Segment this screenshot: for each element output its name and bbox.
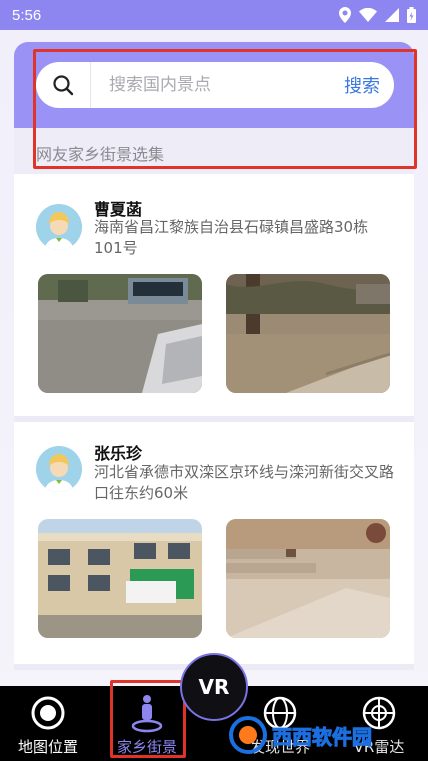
avatar — [36, 446, 82, 492]
vr-button[interactable]: VR — [180, 653, 248, 721]
user-address: 海南省昌江黎族自治县石碌镇昌盛路30栋101号 — [94, 218, 369, 257]
target-icon — [30, 694, 66, 732]
watermark: 西西软件园 — [228, 712, 428, 758]
street-photo[interactable] — [226, 274, 390, 393]
nav-item-map-location[interactable]: 地图位置 — [5, 686, 91, 761]
post-card[interactable]: 张乐珍 河北省承德市双滦区京环线与滦河新街交叉路口往东约60米 — [14, 422, 414, 664]
avatar — [36, 204, 82, 250]
street-photo[interactable] — [38, 274, 202, 393]
person-pin-icon — [129, 694, 165, 733]
section-title: 网友家乡街景选集 — [36, 145, 165, 164]
signal-icon — [385, 8, 399, 22]
search-icon[interactable] — [36, 62, 90, 108]
search-bar[interactable]: 搜索 — [36, 62, 394, 108]
nav-item-hometown-street[interactable]: 家乡街景 — [104, 686, 190, 761]
location-icon — [339, 7, 351, 23]
post-card[interactable]: 曹夏菡 海南省昌江黎族自治县石碌镇昌盛路30栋101号 — [14, 174, 414, 416]
battery-icon — [407, 7, 416, 23]
nav-label: 地图位置 — [17, 738, 78, 756]
wifi-icon — [359, 8, 377, 22]
search-input[interactable] — [91, 65, 344, 105]
status-icons — [339, 7, 416, 23]
watermark-logo-icon — [229, 716, 267, 754]
street-photo[interactable] — [38, 519, 202, 638]
user-name: 张乐珍 — [94, 444, 143, 463]
watermark-text: 西西软件园 — [272, 724, 373, 749]
street-photo[interactable] — [226, 519, 390, 638]
search-button[interactable]: 搜索 — [344, 72, 394, 98]
user-address: 河北省承德市双滦区京环线与滦河新街交叉路口往东约60米 — [94, 463, 395, 502]
status-bar: 5:56 — [0, 0, 428, 30]
nav-label: 家乡街景 — [116, 738, 177, 756]
status-time: 5:56 — [12, 6, 42, 24]
